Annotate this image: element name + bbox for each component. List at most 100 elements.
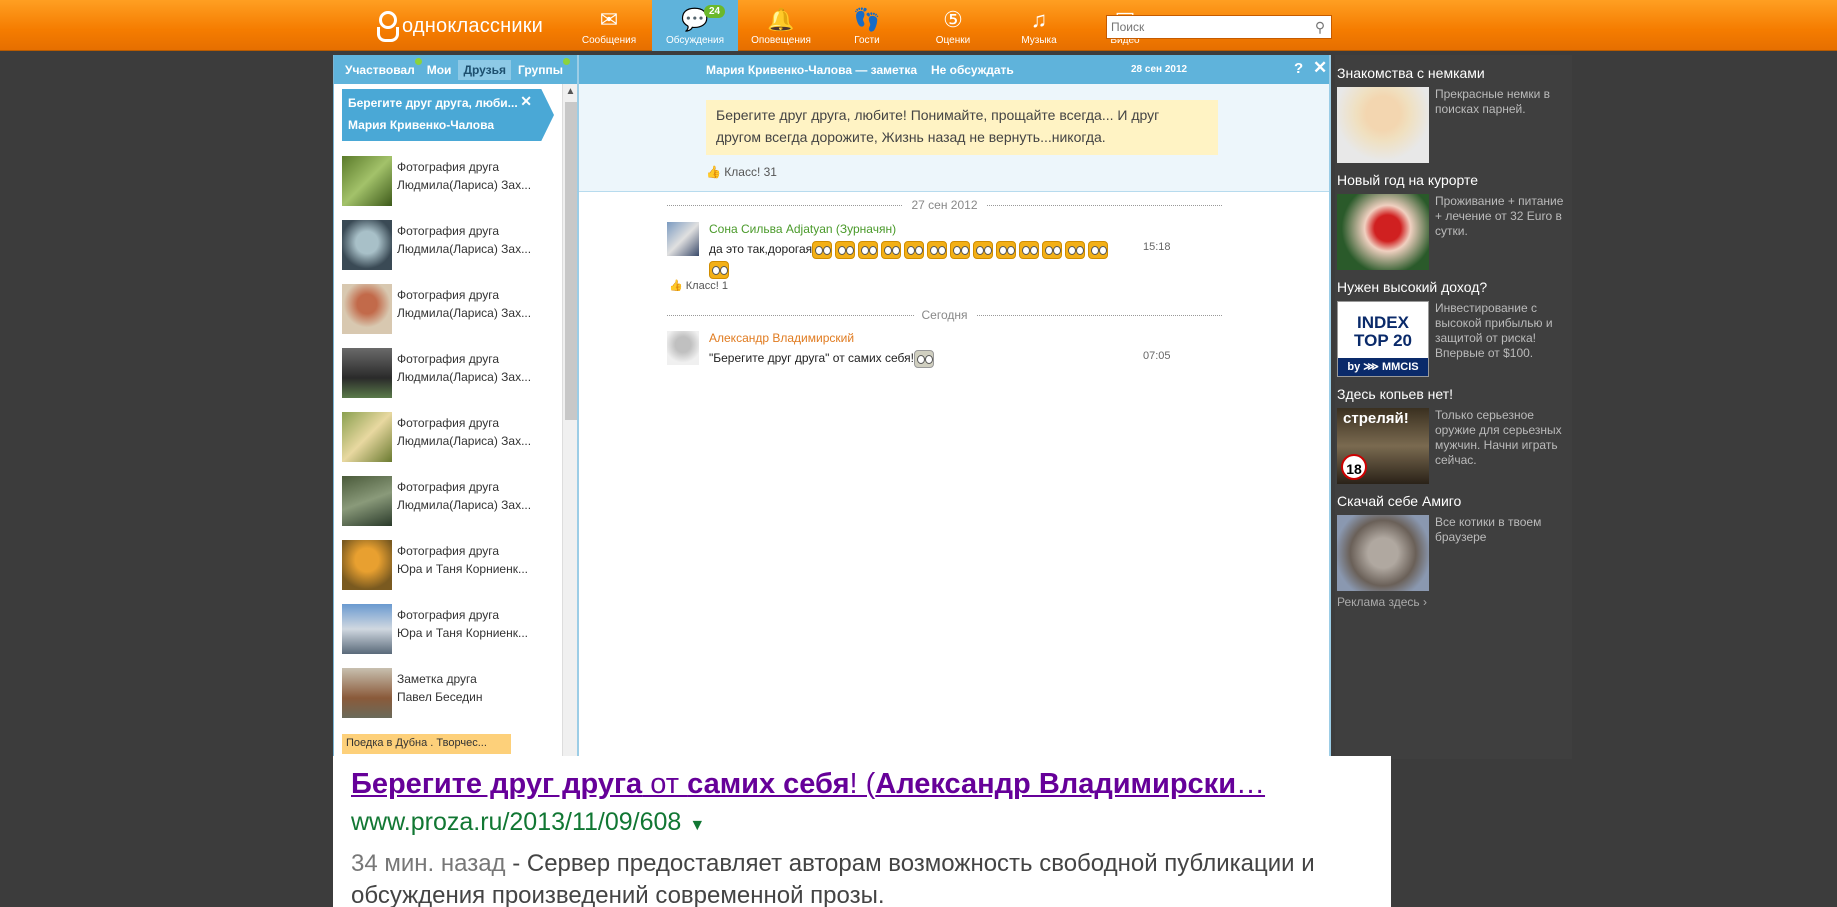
note-area: Берегите друг друга, любите! Понимайте, … [579,84,1329,192]
envelope-icon: ✉ [599,7,619,32]
ad-block[interactable]: Скачай себе Амиго Все котики в твоем бра… [1337,493,1570,591]
close-icon[interactable]: ✕ [1313,58,1327,78]
scrollbar-thumb[interactable] [565,102,577,420]
nav-discussions[interactable]: 💬 24 Обсуждения [652,0,738,51]
close-icon[interactable]: ✕ [520,93,532,110]
dropdown-arrow-icon[interactable]: ▼ [689,817,705,834]
smiley-icon [973,241,994,259]
smiley-icon [1065,241,1086,259]
scroll-up-icon[interactable]: ▲ [563,84,578,100]
search-input[interactable] [1107,17,1309,37]
current-discussion[interactable]: Берегите друг друга, люби... Мария Криве… [342,89,554,141]
nav-messages[interactable]: ✉ Сообщения [566,0,652,51]
tab-mine[interactable]: Мои [422,60,457,80]
discussion-date: 28 сен 2012 [1131,64,1188,75]
list-item[interactable]: Фотография друга Людмила(Лариса) Зах... [342,348,558,398]
list-item[interactable]: Фотография друга Юра и Таня Корниенк... [342,604,558,654]
tab-groups[interactable]: Группы [513,57,570,80]
result-url[interactable]: www.proza.ru/2013/11/09/608 ▼ [351,806,1373,842]
result-title-link[interactable]: Берегите друг друга от самих себя! (Алек… [351,762,1369,806]
smiley-icon [927,241,948,259]
smiley-icon [1088,241,1109,259]
result-snippet: 34 мин. назад - Сервер предоставляет авт… [351,850,1315,907]
avatar[interactable] [667,222,699,256]
nav-notifications[interactable]: 🔔 Оповещения [738,0,824,51]
ad-image[interactable] [1337,515,1429,591]
note-like-button[interactable]: 👍 Класс! 31 [706,165,777,179]
list-item[interactable]: Фотография друга Людмила(Лариса) Зах... [342,412,558,462]
discussions-badge: 24 [704,5,726,18]
comment-text: "Берегите друг друга" от самих себя! [709,350,937,368]
ad-image[interactable] [1337,87,1429,163]
ad-description: Прекрасные немки в поисках парней. [1435,87,1551,116]
smiley-icon [1042,241,1063,259]
group-tag-item[interactable]: Поедка в Дубна . Творчес... [342,734,511,754]
discussion-title[interactable]: Мария Кривенко-Чалова — заметка [706,63,917,77]
comment-text: да это так,дорогая [709,241,1111,279]
ad-description: Все котики в твоем браузере [1435,515,1542,544]
photo-thumbnail [342,156,392,206]
new-dot-icon [562,57,570,65]
discussion-header: Мария Кривенко-Чалова — заметка Не обсуж… [579,55,1329,84]
ratings-icon: ⑤ [943,7,963,32]
ad-title[interactable]: Знакомства с немками [1337,65,1570,81]
logo-text: одноклассники [402,14,544,37]
ad-title[interactable]: Здесь копьев нет! [1337,386,1570,402]
list-scrollbar[interactable]: ▲ [562,84,578,759]
ad-block[interactable]: Нужен высокий доход? INDEX TOP 20 by ⋙ M… [1337,279,1570,377]
thumb-up-icon: 👍 [669,280,683,292]
nav-ratings[interactable]: ⑤ Оценки [910,0,996,51]
ad-image[interactable]: стреляй! 18 [1337,408,1429,484]
help-icon[interactable]: ? [1294,60,1303,77]
smiley-icon [1019,241,1040,259]
comment-author[interactable]: Сона Сильва Adjatyan (Зурначян) [709,222,896,236]
no-discuss-button[interactable]: Не обсуждать [931,63,1014,77]
search-icon[interactable]: ⚲ [1309,19,1331,36]
tab-participated[interactable]: Участвовал [340,57,422,80]
smiley-icon [996,241,1017,259]
discussion-panel: Мария Кривенко-Чалова — заметка Не обсуж… [577,55,1331,759]
ad-block[interactable]: Знакомства с немками Прекрасные немки в … [1337,65,1570,163]
ad-title[interactable]: Новый год на курорте [1337,172,1570,188]
comment: Сона Сильва Adjatyan (Зурначян) да это т… [667,222,1227,292]
nav-guests[interactable]: 👣 Гости [824,0,910,51]
ads-here-link[interactable]: Реклама здесь › [1337,595,1427,609]
smiley-icon [858,241,879,259]
list-item[interactable]: Фотография друга Людмила(Лариса) Зах... [342,284,558,334]
new-dot-icon [414,57,422,65]
comment-time: 07:05 [1143,350,1171,362]
list-item[interactable]: Заметка друга Павел Беседин [342,668,558,718]
list-item[interactable]: Фотография друга Людмила(Лариса) Зах... [342,156,558,206]
smiley-icon [881,241,902,259]
ad-image[interactable]: INDEX TOP 20 by ⋙ MMCIS [1337,301,1429,377]
photo-thumbnail [342,284,392,334]
ad-image[interactable] [1337,194,1429,270]
comment-author[interactable]: Александр Владимирский [709,331,854,345]
comment-like-button[interactable]: 👍 Класс! 1 [669,279,728,292]
photo-thumbnail [342,604,392,654]
photo-thumbnail [342,668,392,718]
discussions-list-panel: Участвовал Мои Друзья Группы Берегите др… [333,55,578,759]
smiley-icon [950,241,971,259]
bell-icon: 🔔 [767,7,795,32]
list-item[interactable]: Фотография друга Юра и Таня Корниенк... [342,540,558,590]
discussion-filter-tabs: Участвовал Мои Друзья Группы [334,55,577,84]
age-rating-badge: 18 [1341,454,1367,480]
photo-thumbnail [342,540,392,590]
ad-title[interactable]: Нужен высокий доход? [1337,279,1570,295]
ads-column: Знакомства с немками Прекрасные немки в … [1335,55,1572,759]
list-item[interactable]: Фотография друга Людмила(Лариса) Зах... [342,476,558,526]
list-item[interactable]: Фотография друга Людмила(Лариса) Зах... [342,220,558,270]
ad-block[interactable]: Здесь копьев нет! стреляй! 18 Только сер… [1337,386,1570,484]
ad-description: Только серьезное оружие для серьезных му… [1435,408,1562,467]
comment: Александр Владимирский "Берегите друг др… [667,331,1227,371]
avatar[interactable] [667,331,699,365]
nav-music[interactable]: ♫ Музыка [996,0,1082,51]
ad-block[interactable]: Новый год на курорте Проживание + питани… [1337,172,1570,270]
tab-friends[interactable]: Друзья [458,59,512,80]
ad-title[interactable]: Скачай себе Амиго [1337,493,1570,509]
site-logo[interactable]: одноклассники [376,10,543,42]
smiley-icon [835,241,856,259]
day-separator: Сегодня [667,308,1222,322]
ad-description: Проживание + питание + лечение от 32 Eur… [1435,194,1564,238]
